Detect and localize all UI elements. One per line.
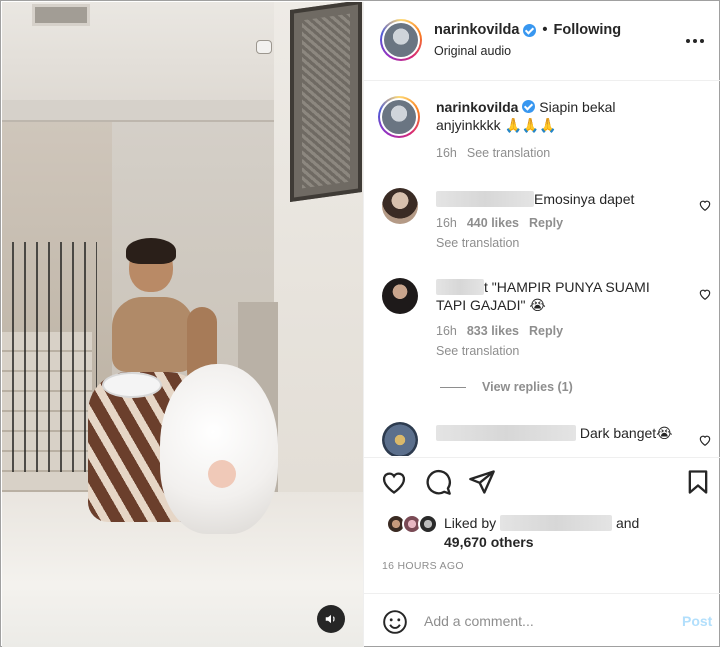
- reply-button[interactable]: Reply: [529, 324, 563, 338]
- comment-text-block: Dark banget😭: [436, 424, 696, 442]
- share-icon[interactable]: [468, 468, 496, 496]
- more-icon[interactable]: [682, 28, 708, 54]
- comment-meta: 16h 440 likes Reply: [436, 216, 563, 230]
- video-person-torso: [112, 297, 194, 372]
- comment-text-block: t "HAMPIR PUNYA SUAMI TAPI GAJADI" 😭: [436, 278, 676, 314]
- liker-username-redacted[interactable]: [500, 515, 613, 531]
- comment-item: t "HAMPIR PUNYA SUAMI TAPI GAJADI" 😭 16h…: [364, 272, 720, 394]
- heart-icon[interactable]: [380, 468, 408, 496]
- video-dog: [160, 364, 278, 534]
- verified-icon: [523, 23, 537, 37]
- caption-see-translation[interactable]: See translation: [467, 146, 550, 160]
- likes-text: Liked by and 49,670 others: [444, 514, 639, 552]
- comments-list[interactable]: narinkovilda Siapin bekal anjyinkkkk 🙏🙏🙏…: [364, 82, 720, 456]
- caption-time[interactable]: 16h: [436, 146, 457, 160]
- comment-username-redacted: [436, 191, 534, 207]
- comment-input[interactable]: [424, 610, 664, 632]
- likes-summary: Liked by and 49,670 others: [382, 510, 712, 554]
- view-replies-line: [440, 386, 466, 388]
- comment-meta: 16h 833 likes Reply: [436, 324, 563, 338]
- comment-time[interactable]: 16h: [436, 324, 457, 338]
- video-person-hair: [126, 238, 176, 264]
- action-bar: [364, 457, 720, 507]
- comment-avatar[interactable]: [382, 422, 418, 456]
- likes-and: and: [615, 515, 640, 531]
- comment-text: Emosinya dapet: [534, 191, 635, 207]
- sound-toggle-button[interactable]: [317, 605, 345, 633]
- video-scene-cctv: [256, 40, 272, 54]
- caption: narinkovilda Siapin bekal anjyinkkkk 🙏🙏🙏…: [364, 94, 720, 174]
- comment-username-redacted: [436, 425, 576, 441]
- bookmark-icon[interactable]: [684, 468, 712, 496]
- video-scene-wall-art: [290, 2, 362, 203]
- author-avatar[interactable]: [380, 19, 422, 61]
- heart-icon[interactable]: [698, 433, 712, 447]
- caption-avatar[interactable]: [378, 96, 420, 138]
- audio-link[interactable]: Original audio: [434, 44, 511, 58]
- video-dog-tail: [208, 460, 236, 488]
- verified-icon: [522, 100, 536, 113]
- post-header: narinkovilda • Following Original audio: [364, 2, 720, 81]
- caption-text-block: narinkovilda Siapin bekal anjyinkkkk 🙏🙏🙏: [436, 98, 676, 134]
- liker-avatar[interactable]: [418, 514, 438, 534]
- video-scene-vent: [32, 4, 90, 26]
- comment-username-redacted: [436, 279, 484, 295]
- comment-item: Emosinya dapet 16h 440 likes Reply See t…: [364, 182, 720, 262]
- emoji-icon[interactable]: [382, 609, 408, 635]
- comment-text-block: Emosinya dapet: [436, 190, 676, 208]
- caption-meta: 16h See translation: [436, 146, 550, 160]
- comment-item: Dark banget😭: [364, 420, 720, 456]
- author-line: narinkovilda • Following: [434, 22, 621, 38]
- caption-username[interactable]: narinkovilda: [436, 99, 518, 115]
- heart-icon[interactable]: [698, 198, 712, 212]
- comment-see-translation[interactable]: See translation: [436, 344, 519, 358]
- view-replies-label: View replies (1): [482, 380, 573, 394]
- comment-avatar[interactable]: [382, 188, 418, 224]
- comment-likes[interactable]: 440 likes: [467, 216, 519, 230]
- comment-icon[interactable]: [424, 468, 452, 496]
- sound-icon: [325, 614, 335, 624]
- video-bowl: [102, 372, 162, 398]
- author-username[interactable]: narinkovilda: [434, 22, 519, 38]
- likes-prefix: Liked by: [444, 515, 497, 531]
- video-scene-railing: [2, 242, 97, 472]
- heart-icon[interactable]: [698, 287, 712, 301]
- post-comment-button[interactable]: Post: [682, 613, 712, 629]
- separator: •: [542, 22, 548, 38]
- reply-button[interactable]: Reply: [529, 216, 563, 230]
- following-button[interactable]: Following: [554, 22, 622, 38]
- comment-avatar[interactable]: [382, 278, 418, 314]
- post-timestamp[interactable]: 16 HOURS AGO: [382, 560, 464, 572]
- add-comment-bar: Post: [364, 593, 720, 647]
- comment-likes[interactable]: 833 likes: [467, 324, 519, 338]
- view-replies-button[interactable]: View replies (1): [440, 380, 573, 394]
- comment-time[interactable]: 16h: [436, 216, 457, 230]
- comment-see-translation[interactable]: See translation: [436, 236, 519, 250]
- likes-others[interactable]: 49,670 others: [444, 534, 534, 550]
- post-side-panel: narinkovilda • Following Original audio …: [363, 2, 720, 647]
- post-dialog: narinkovilda • Following Original audio …: [0, 0, 720, 647]
- post-video[interactable]: [2, 2, 363, 647]
- comment-text: Dark banget😭: [579, 425, 673, 441]
